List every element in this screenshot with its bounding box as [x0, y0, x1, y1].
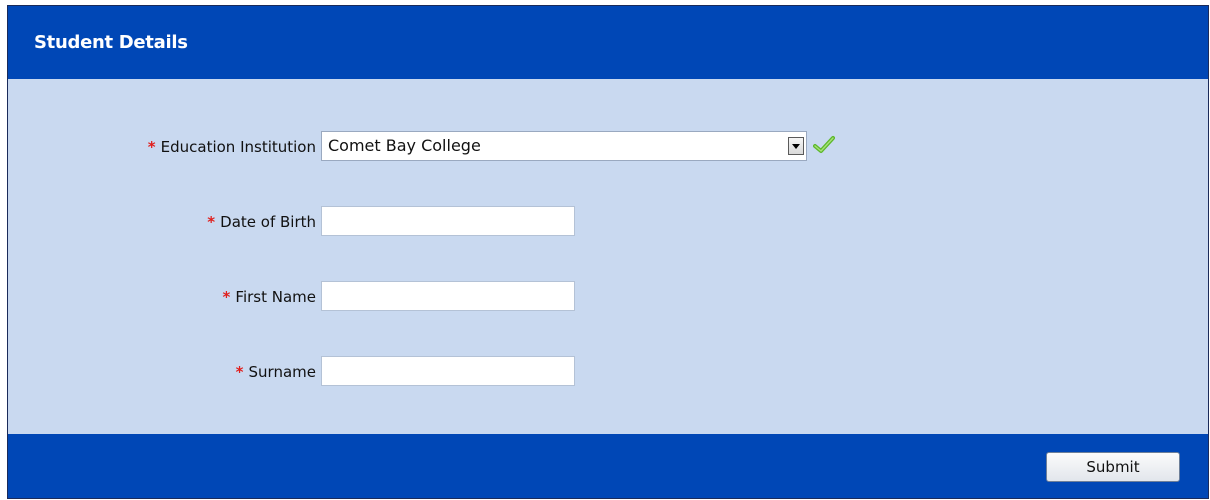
- dob-label-text: Date of Birth: [220, 213, 316, 231]
- required-marker: *: [207, 213, 216, 231]
- surname-input[interactable]: [321, 356, 575, 386]
- institution-label: * Education Institution: [148, 138, 316, 156]
- panel-footer: Submit: [8, 434, 1208, 498]
- dob-row: * Date of Birth: [8, 206, 1208, 238]
- surname-label-text: Surname: [248, 363, 316, 381]
- page-title: Student Details: [34, 32, 188, 53]
- first-name-label-text: First Name: [235, 288, 316, 306]
- required-marker: *: [222, 288, 231, 306]
- student-details-panel: Student Details * Education Institution C…: [7, 5, 1209, 499]
- first-name-label: * First Name: [223, 288, 316, 306]
- dob-input[interactable]: [321, 206, 575, 236]
- surname-row: * Surname: [8, 356, 1208, 388]
- checkmark-icon: [813, 136, 835, 153]
- dob-label: * Date of Birth: [207, 213, 316, 231]
- institution-selected-value: Comet Bay College: [328, 136, 481, 155]
- chevron-down-icon[interactable]: [788, 137, 804, 155]
- form-body: * Education Institution Comet Bay College…: [8, 79, 1208, 434]
- submit-button[interactable]: Submit: [1046, 452, 1180, 482]
- first-name-input[interactable]: [321, 281, 575, 311]
- institution-label-text: Education Institution: [160, 138, 316, 156]
- institution-select[interactable]: Comet Bay College: [321, 131, 807, 161]
- surname-label: * Surname: [236, 363, 316, 381]
- institution-row: * Education Institution Comet Bay College: [8, 131, 1208, 163]
- required-marker: *: [235, 363, 244, 381]
- first-name-row: * First Name: [8, 281, 1208, 313]
- required-marker: *: [147, 138, 156, 156]
- panel-header: Student Details: [8, 6, 1208, 79]
